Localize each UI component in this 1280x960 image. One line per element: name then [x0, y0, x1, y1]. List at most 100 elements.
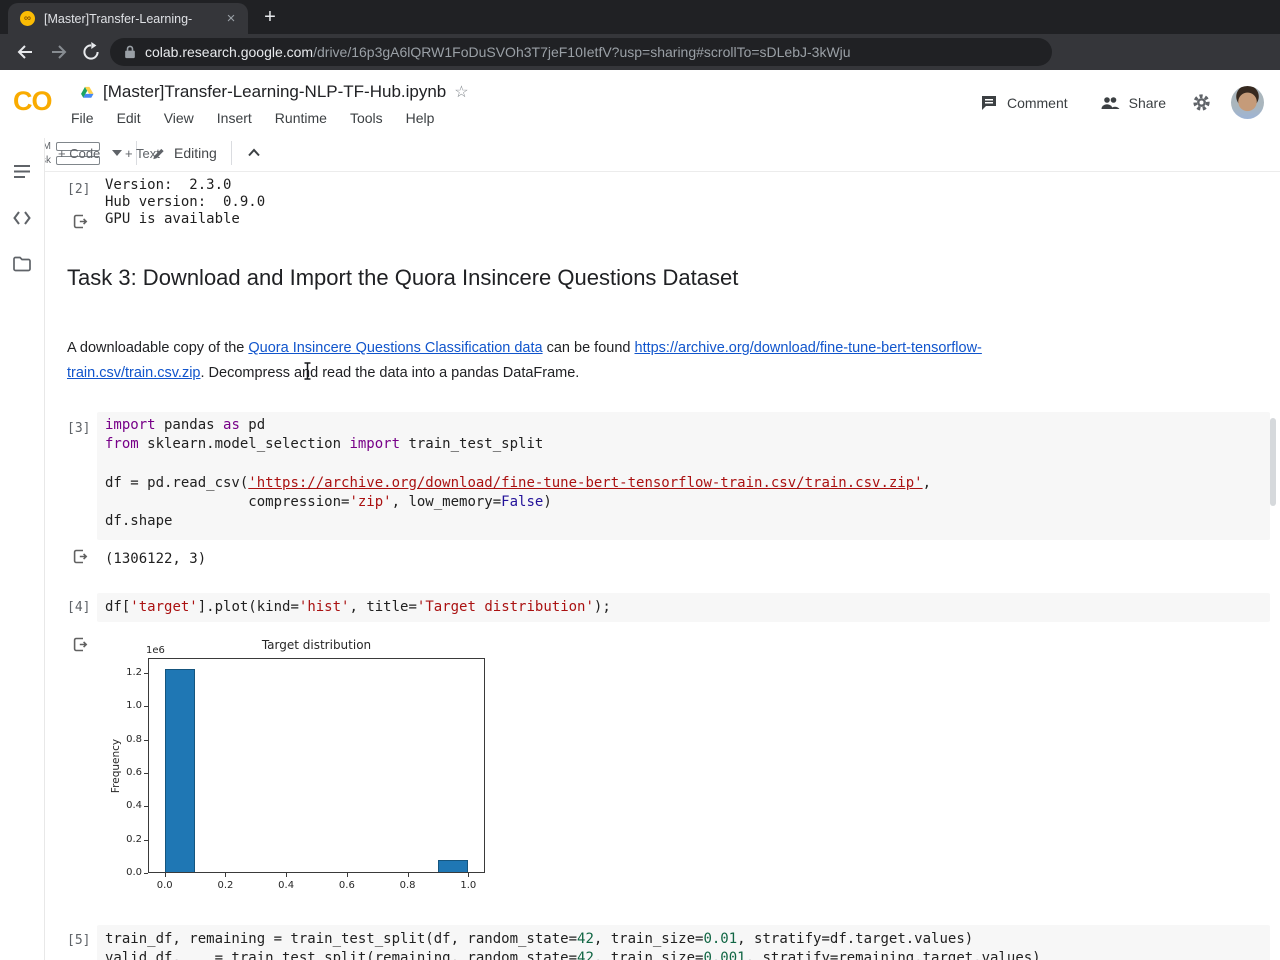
output-icon — [73, 637, 88, 652]
paragraph-link[interactable]: Quora Insincere Questions Classification… — [248, 340, 542, 356]
colab-toolbar: + Code + Text RAM Disk Editing — [0, 138, 1280, 172]
star-notebook-icon[interactable]: ☆ — [454, 82, 468, 102]
x-tick-mark — [468, 873, 470, 877]
y-tick-mark — [144, 673, 148, 674]
resources-dropdown-icon[interactable] — [112, 150, 122, 156]
code-line: df = pd.read_csv('https://archive.org/do… — [105, 474, 931, 493]
y-tick-mark — [144, 873, 148, 874]
code-line: import pandas as pd — [105, 416, 931, 435]
code-token: df.shape — [105, 512, 173, 529]
cell-2-execution-label[interactable]: [2] — [67, 182, 90, 197]
comment-button[interactable]: Comment — [1007, 95, 1068, 111]
code-token: train_df, remaining = train_test_split(d… — [105, 931, 578, 947]
address-bar[interactable]: colab.research.google.com/drive/16p3gA6l… — [110, 38, 1052, 66]
x-tick-mark — [286, 873, 288, 877]
menu-tools[interactable]: Tools — [350, 110, 383, 126]
shape-output: (1306122, 3) — [105, 551, 207, 567]
menu-help[interactable]: Help — [406, 110, 435, 126]
avatar[interactable] — [1231, 86, 1264, 119]
output-line: Hub version: 0.9.0 — [105, 194, 266, 211]
code-snippets-icon[interactable] — [12, 208, 32, 228]
paragraph-text: A downloadable copy of the — [67, 340, 249, 356]
code-token: as — [223, 417, 240, 433]
y-tick-label: 1.2 — [126, 667, 142, 678]
add-code-button[interactable]: + Code — [58, 146, 100, 161]
scrollbar-thumb[interactable] — [1270, 418, 1276, 506]
code-token: ); — [593, 599, 611, 615]
cell-3-code[interactable]: import pandas as pd from sklearn.model_se… — [105, 416, 931, 531]
x-tick-label: 0.4 — [278, 880, 295, 891]
y-tick-label: 0.6 — [126, 767, 142, 778]
code-token: 'hist' — [298, 599, 350, 615]
table-of-contents-icon[interactable] — [12, 162, 32, 182]
chart-title: Target distribution — [261, 638, 372, 652]
colab-favicon-icon: ∞ — [20, 11, 35, 26]
menu-runtime[interactable]: Runtime — [275, 110, 327, 126]
code-token: df = pd.read_csv( — [105, 474, 249, 491]
notebook-title[interactable]: [Master]Transfer-Learning-NLP-TF-Hub.ipy… — [103, 82, 446, 102]
cell-2-output: Version: 2.3.0 Hub version: 0.9.0 GPU is a… — [105, 177, 265, 229]
code-line: df['target'].plot(kind='hist', title='Ta… — [105, 598, 611, 617]
code-token: 'zip' — [349, 493, 392, 510]
drive-icon — [81, 86, 94, 98]
x-tick-label: 0.8 — [399, 880, 416, 891]
code-line: valid_df, _ = train_test_split(remaining… — [105, 949, 1041, 960]
x-tick-label: 0.0 — [156, 880, 173, 891]
y-tick-mark — [144, 739, 148, 741]
x-tick-mark — [225, 873, 227, 877]
browser-toolbar: colab.research.google.com/drive/16p3gA6l… — [0, 34, 1280, 101]
left-sidebar — [0, 138, 45, 960]
back-icon[interactable] — [14, 41, 36, 63]
code-token: , stratify=df.target.values) — [737, 931, 974, 947]
url-text: colab.research.google.com/drive/16p3gA6l… — [145, 44, 851, 60]
comment-icon[interactable] — [980, 94, 998, 112]
cell-5-code[interactable]: train_df, remaining = train_test_split(d… — [105, 930, 1041, 960]
code-token: 0.001 — [703, 950, 746, 960]
browser-tab[interactable]: ∞ [Master]Transfer-Learning- × — [8, 3, 248, 34]
code-token: 'Target distribution' — [416, 599, 594, 615]
code-token: train_test_split — [400, 436, 544, 453]
code-token: , title= — [349, 599, 417, 615]
browser-tab-strip: ∞ [Master]Transfer-Learning- × + — [0, 0, 1280, 34]
cell-4-execution-label[interactable]: [4] — [67, 600, 90, 615]
menu-edit[interactable]: Edit — [117, 110, 141, 126]
forward-icon[interactable] — [48, 41, 70, 63]
new-tab-button[interactable]: + — [258, 6, 282, 30]
cell-5-execution-label[interactable]: [5] — [67, 933, 90, 948]
menu-view[interactable]: View — [164, 110, 194, 126]
code-token: 'https://archive.org/download/fine-tune-… — [248, 474, 923, 491]
x-tick-mark — [346, 873, 348, 877]
output-line: GPU is available — [105, 211, 240, 228]
cell-3-execution-label[interactable]: [3] — [67, 421, 90, 436]
files-folder-icon[interactable] — [12, 254, 32, 274]
tab-title: [Master]Transfer-Learning- — [44, 11, 193, 26]
share-people-icon[interactable] — [1100, 95, 1120, 111]
reload-icon[interactable] — [80, 41, 102, 63]
colab-logo[interactable]: CO — [13, 86, 52, 117]
colab-header: CO [Master]Transfer-Learning-NLP-TF-Hub.… — [0, 70, 1280, 138]
code-token: compression= — [105, 493, 350, 510]
chart-scale-label: 1e6 — [146, 645, 165, 656]
markdown-paragraph: A downloadable copy of the Quora Insince… — [67, 336, 1022, 386]
collapse-chevron-up-icon[interactable] — [246, 145, 262, 161]
editing-mode-button[interactable]: Editing — [174, 145, 217, 161]
x-tick-label: 0.2 — [217, 880, 234, 891]
code-token: , — [922, 474, 932, 491]
settings-gear-icon[interactable] — [1192, 93, 1211, 112]
y-tick-label: 0.4 — [126, 800, 142, 812]
menu-insert[interactable]: Insert — [217, 110, 252, 126]
cell-4-code[interactable]: df['target'].plot(kind='hist', title='Ta… — [105, 598, 611, 617]
share-button[interactable]: Share — [1129, 95, 1166, 111]
y-tick-mark — [144, 839, 148, 841]
code-line: df.shape — [105, 512, 931, 531]
code-line: compression='zip', low_memory=False) — [105, 493, 931, 512]
code-token: df[ — [105, 599, 131, 615]
menu-file[interactable]: File — [71, 110, 94, 126]
code-token: 42 — [577, 931, 594, 947]
text-cursor — [304, 362, 311, 380]
tab-close-icon[interactable]: × — [222, 10, 240, 28]
code-token: 42 — [577, 950, 594, 960]
code-token: pd — [239, 417, 266, 433]
code-token: valid_df, _ = train_test_split(remaining… — [105, 950, 578, 960]
add-text-button[interactable]: + Text — [125, 146, 160, 161]
